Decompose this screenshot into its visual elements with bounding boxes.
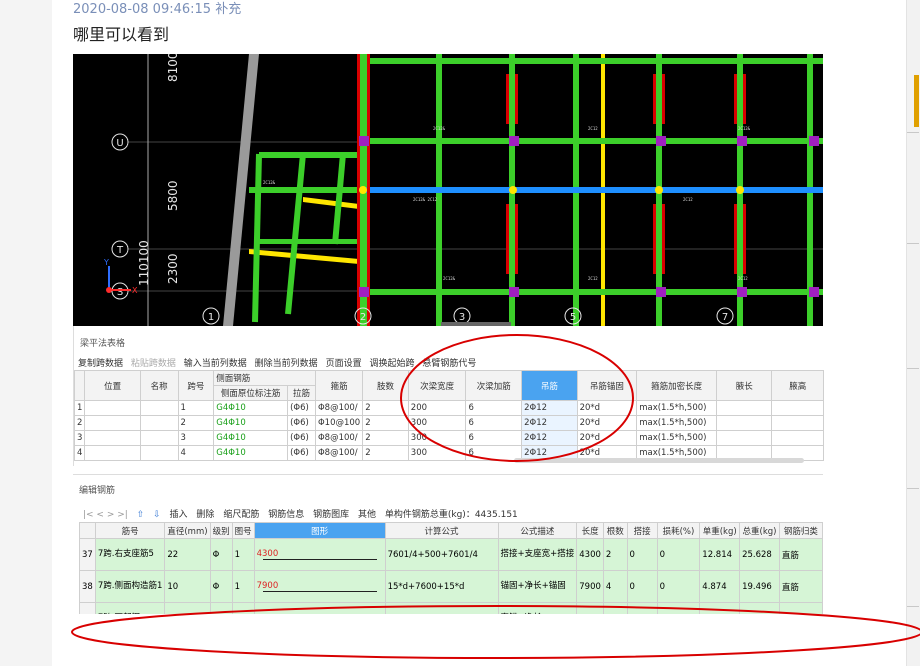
rebar-edit-panel: 编辑钢筋 |< < > >| ⇧ ⇩ 插入 删除 缩尺配筋 钢筋信息 钢筋图库 …: [73, 474, 824, 635]
scroll-thumb[interactable]: [914, 75, 919, 127]
rebar-library-button[interactable]: 钢筋图库: [313, 510, 349, 520]
table-row[interactable]: 2 2 G4Φ10 (Φ6) Φ10@100 2 300 6 2Φ12 20*d…: [73, 415, 824, 431]
col-header[interactable]: 钢筋归类: [778, 522, 824, 539]
post-question: 哪里可以看到: [73, 25, 170, 44]
cantilever-code-button[interactable]: 悬臂钢筋代号: [422, 359, 476, 369]
col-header[interactable]: 箍筋: [314, 370, 364, 401]
rail-divider: [907, 606, 919, 607]
move-up-icon[interactable]: ⇧: [137, 510, 145, 520]
dim-text: 5800: [166, 180, 180, 211]
col-header[interactable]: 长度: [576, 522, 604, 539]
post-timestamp: 2020-08-08 09:46:15 补充: [73, 2, 242, 17]
left-gutter: [0, 0, 52, 666]
beam-toolbar: 复制跨数据 粘贴跨数据 输入当前列数据 删除当前列数据 页面设置 调换起始跨 悬…: [78, 356, 481, 369]
rebar-info-button[interactable]: 钢筋信息: [268, 510, 304, 520]
dim-text: 8100: [166, 54, 180, 82]
svg-text:2C12: 2C12: [588, 276, 598, 281]
rail-divider: [907, 488, 919, 489]
cad-drawing[interactable]: 2C12& 2C12 2C12& 2C12& 2C12 2C12 2C12& 2…: [73, 54, 823, 326]
rail-divider: [907, 132, 919, 133]
col-header[interactable]: 公式描述: [497, 522, 578, 539]
axis-label: U: [116, 138, 123, 149]
axis-label: 3: [459, 312, 465, 323]
move-down-icon[interactable]: ⇩: [153, 510, 161, 520]
svg-text:2C12&: 2C12&: [443, 276, 456, 281]
axis-label: 7: [722, 312, 728, 323]
svg-text:2C12& 2C12: 2C12& 2C12: [413, 197, 438, 202]
col-header[interactable]: 次梁宽度: [407, 370, 467, 401]
col-header[interactable]: 直径(mm): [164, 522, 211, 539]
purple-columns: [359, 136, 819, 297]
svg-text:2C12&: 2C12&: [433, 126, 446, 131]
input-column-button[interactable]: 输入当前列数据: [184, 359, 247, 369]
dim-text: 2300: [166, 253, 180, 284]
coordinate-axes-icon: Y X: [103, 258, 138, 295]
swap-start-span-button[interactable]: 调换起始跨: [369, 359, 414, 369]
col-header[interactable]: 腋高: [771, 370, 824, 401]
other-dropdown-button[interactable]: 其他: [358, 510, 376, 520]
beam-table: 位置 名称 跨号 侧面钢筋 箍筋 肢数 次梁宽度 次梁加筋 吊筋 吊筋锚固 箍筋…: [73, 370, 824, 461]
svg-text:2C12&: 2C12&: [263, 180, 276, 185]
total-weight-text: 单构件钢筋总重(kg)：4435.151: [384, 510, 518, 520]
table-row[interactable]: 37 7跨.右支座筋5 22 Φ 1 4300 7601/4+500+7601/…: [79, 538, 824, 571]
insert-button[interactable]: 插入: [170, 510, 188, 520]
table-row[interactable]: 3 3 G4Φ10 (Φ6) Φ8@100/ 2 300 6 2Φ12 20*d…: [73, 430, 824, 446]
col-header[interactable]: 损耗(%): [656, 522, 701, 539]
col-header[interactable]: 单重(kg): [699, 522, 741, 539]
col-header[interactable]: 筋号: [94, 522, 166, 539]
col-header[interactable]: 次梁加筋: [465, 370, 523, 401]
rail-divider: [907, 368, 919, 369]
delete-button[interactable]: 删除: [196, 510, 214, 520]
record-nav[interactable]: |< < > >|: [83, 510, 128, 520]
table-row[interactable]: 38 7跨.侧面构造筋1 10 Φ 1 7900 15*d+7600+15*d …: [79, 570, 824, 603]
col-header[interactable]: 拉筋: [287, 385, 316, 401]
page-setup-button[interactable]: 页面设置: [326, 359, 362, 369]
axis-label: 1: [208, 312, 214, 323]
axis-label: S: [117, 287, 123, 298]
paste-span-data-button[interactable]: 粘贴跨数据: [131, 359, 176, 369]
coord-x-label: X: [132, 286, 138, 295]
col-header[interactable]: 腋长: [716, 370, 773, 401]
cad-canvas: 2C12& 2C12 2C12& 2C12& 2C12 2C12 2C12& 2…: [103, 54, 823, 326]
col-header[interactable]: 侧面原位标注筋: [213, 385, 289, 401]
svg-text:2C12: 2C12: [738, 276, 748, 281]
rebar-shape[interactable]: 7900: [253, 570, 386, 603]
col-header[interactable]: 名称: [139, 370, 179, 401]
col-header-hanger[interactable]: 吊筋: [521, 370, 578, 401]
col-header[interactable]: 级别: [209, 522, 233, 539]
axis-label: T: [116, 245, 124, 256]
svg-text:2C12: 2C12: [683, 197, 693, 202]
col-header[interactable]: 侧面钢筋: [213, 370, 316, 386]
col-header[interactable]: 箍筋加密长度: [636, 370, 718, 401]
copy-span-data-button[interactable]: 复制跨数据: [78, 359, 123, 369]
col-header[interactable]: 根数: [602, 522, 628, 539]
col-header[interactable]: 肢数: [362, 370, 409, 401]
delete-column-button[interactable]: 删除当前列数据: [255, 359, 318, 369]
coord-y-label: Y: [103, 258, 109, 267]
yellow-short-beams: [249, 197, 359, 264]
svg-text:2C12&: 2C12&: [738, 126, 751, 131]
col-header-shape[interactable]: 图形: [253, 522, 386, 539]
panel-title: 编辑钢筋: [79, 486, 116, 496]
dim-text: 110100: [137, 240, 151, 286]
rebar-shape[interactable]: 4300: [253, 538, 386, 571]
page-bottom-area: [52, 614, 906, 666]
table-row[interactable]: 1 1 G4Φ10 (Φ6) Φ8@100/ 2 200 6 2Φ12 20*d…: [73, 400, 824, 416]
svg-text:2C12: 2C12: [588, 126, 598, 131]
rail-divider: [907, 243, 919, 244]
col-header[interactable]: 图号: [231, 522, 255, 539]
col-header[interactable]: 跨号: [177, 370, 215, 401]
col-header[interactable]: 位置: [84, 370, 141, 401]
col-header[interactable]: 吊筋锚固: [576, 370, 638, 401]
scale-rebar-button[interactable]: 缩尺配筋: [223, 510, 259, 520]
table-horizontal-scrollbar[interactable]: [514, 458, 804, 463]
col-header[interactable]: 搭接: [626, 522, 658, 539]
col-header[interactable]: 总重(kg): [739, 522, 780, 539]
axis-label: 5: [570, 312, 576, 323]
rebar-toolbar: |< < > >| ⇧ ⇩ 插入 删除 缩尺配筋 钢筋信息 钢筋图库 其他 单构…: [83, 507, 524, 520]
panel-title: 梁平法表格: [80, 339, 126, 349]
axis-label: 2: [360, 312, 366, 323]
beam-table-panel: 梁平法表格 复制跨数据 粘贴跨数据 输入当前列数据 删除当前列数据 页面设置 调…: [73, 326, 824, 466]
col-header[interactable]: 计算公式: [384, 522, 499, 539]
